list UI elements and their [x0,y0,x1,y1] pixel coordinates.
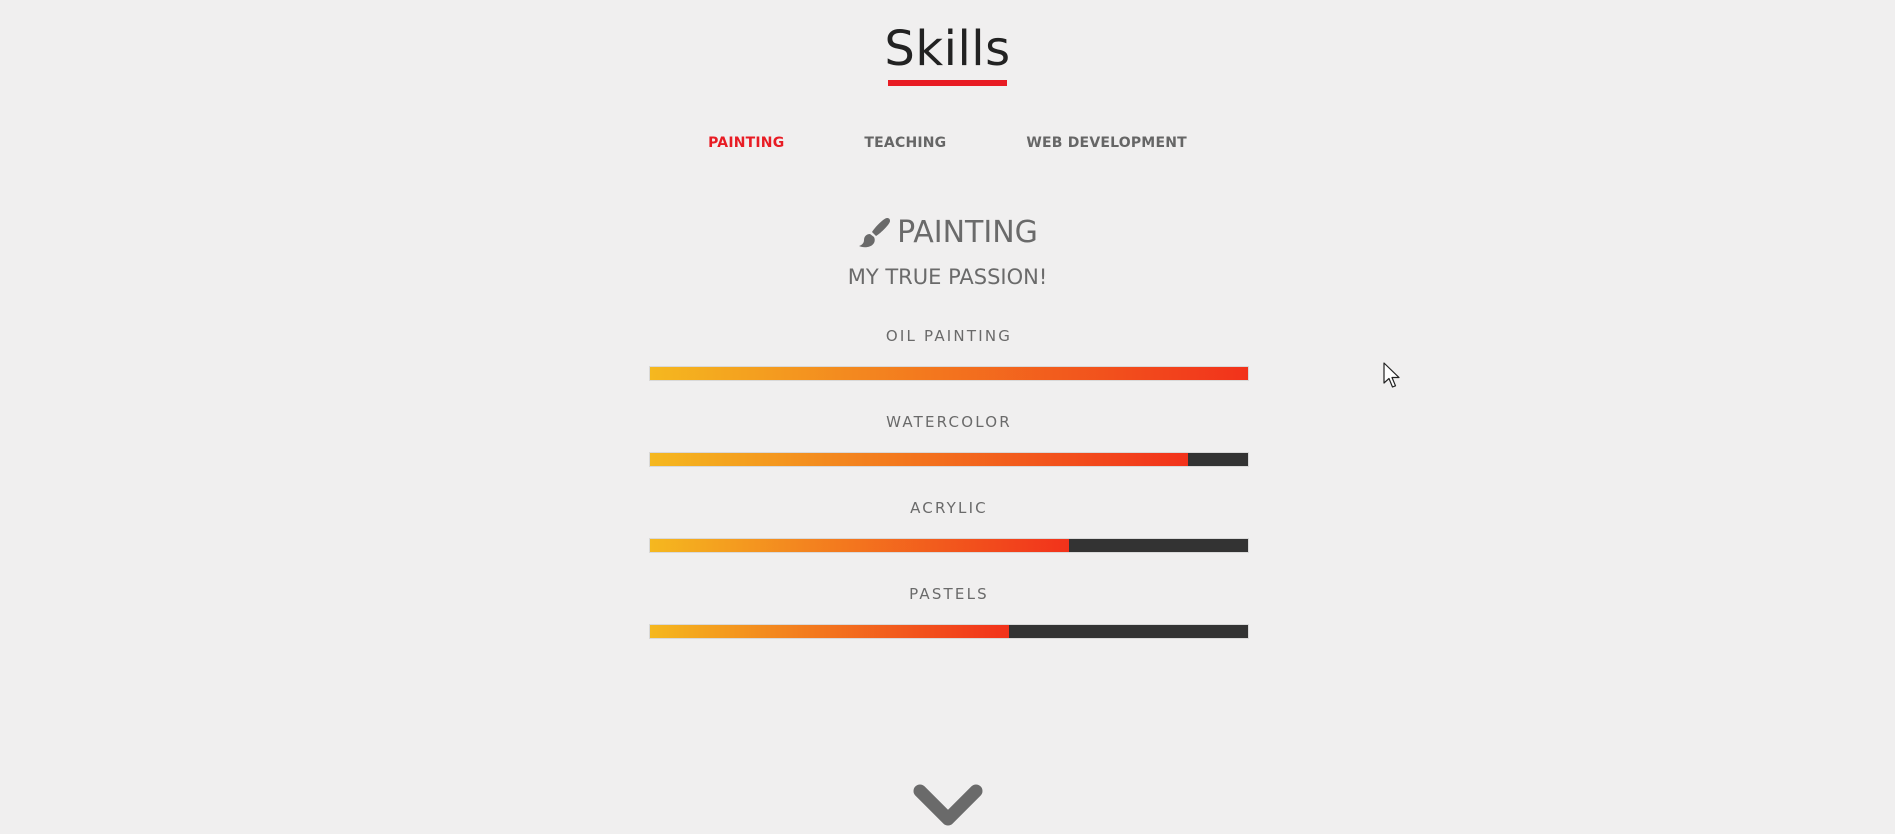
section-subtitle: MY TRUE PASSION! [847,265,1048,289]
skill-bar-fill [650,539,1069,552]
skills-list: OIL PAINTING WATERCOLOR ACRYLIC PASTELS [649,326,1249,670]
skill-bar [649,624,1249,639]
mouse-cursor-icon [1383,362,1401,390]
skill-label: OIL PAINTING [885,327,1013,345]
section-heading-text: PAINTING [897,215,1038,250]
skill-bar-fill [650,367,1248,380]
skill-item: ACRYLIC [649,498,1249,584]
skill-tabs: PAINTING TEACHING WEB DEVELOPMENT [0,135,1895,151]
title-underline [888,80,1007,86]
skill-bar [649,366,1249,381]
skill-bar [649,452,1249,467]
page-title: Skills [884,21,1011,77]
skill-item: WATERCOLOR [649,412,1249,498]
section-heading: PAINTING [0,215,1895,250]
skill-bar-fill [650,453,1189,466]
skill-label: PASTELS [909,585,989,603]
page-title-wrapper: Skills [0,20,1895,86]
skill-label: WATERCOLOR [886,413,1012,431]
paintbrush-icon [857,216,891,250]
tab-teaching[interactable]: TEACHING [864,135,946,151]
tab-painting[interactable]: PAINTING [708,135,784,151]
skill-bar [649,538,1249,553]
skill-item: PASTELS [649,584,1249,670]
chevron-down-icon[interactable] [912,783,984,833]
skills-page: Skills PAINTING TEACHING WEB DEVELOPMENT… [0,0,1895,834]
skill-bar-fill [650,625,1009,638]
skill-label: ACRYLIC [910,499,988,517]
tab-web-development[interactable]: WEB DEVELOPMENT [1026,135,1186,151]
skill-item: OIL PAINTING [649,326,1249,412]
